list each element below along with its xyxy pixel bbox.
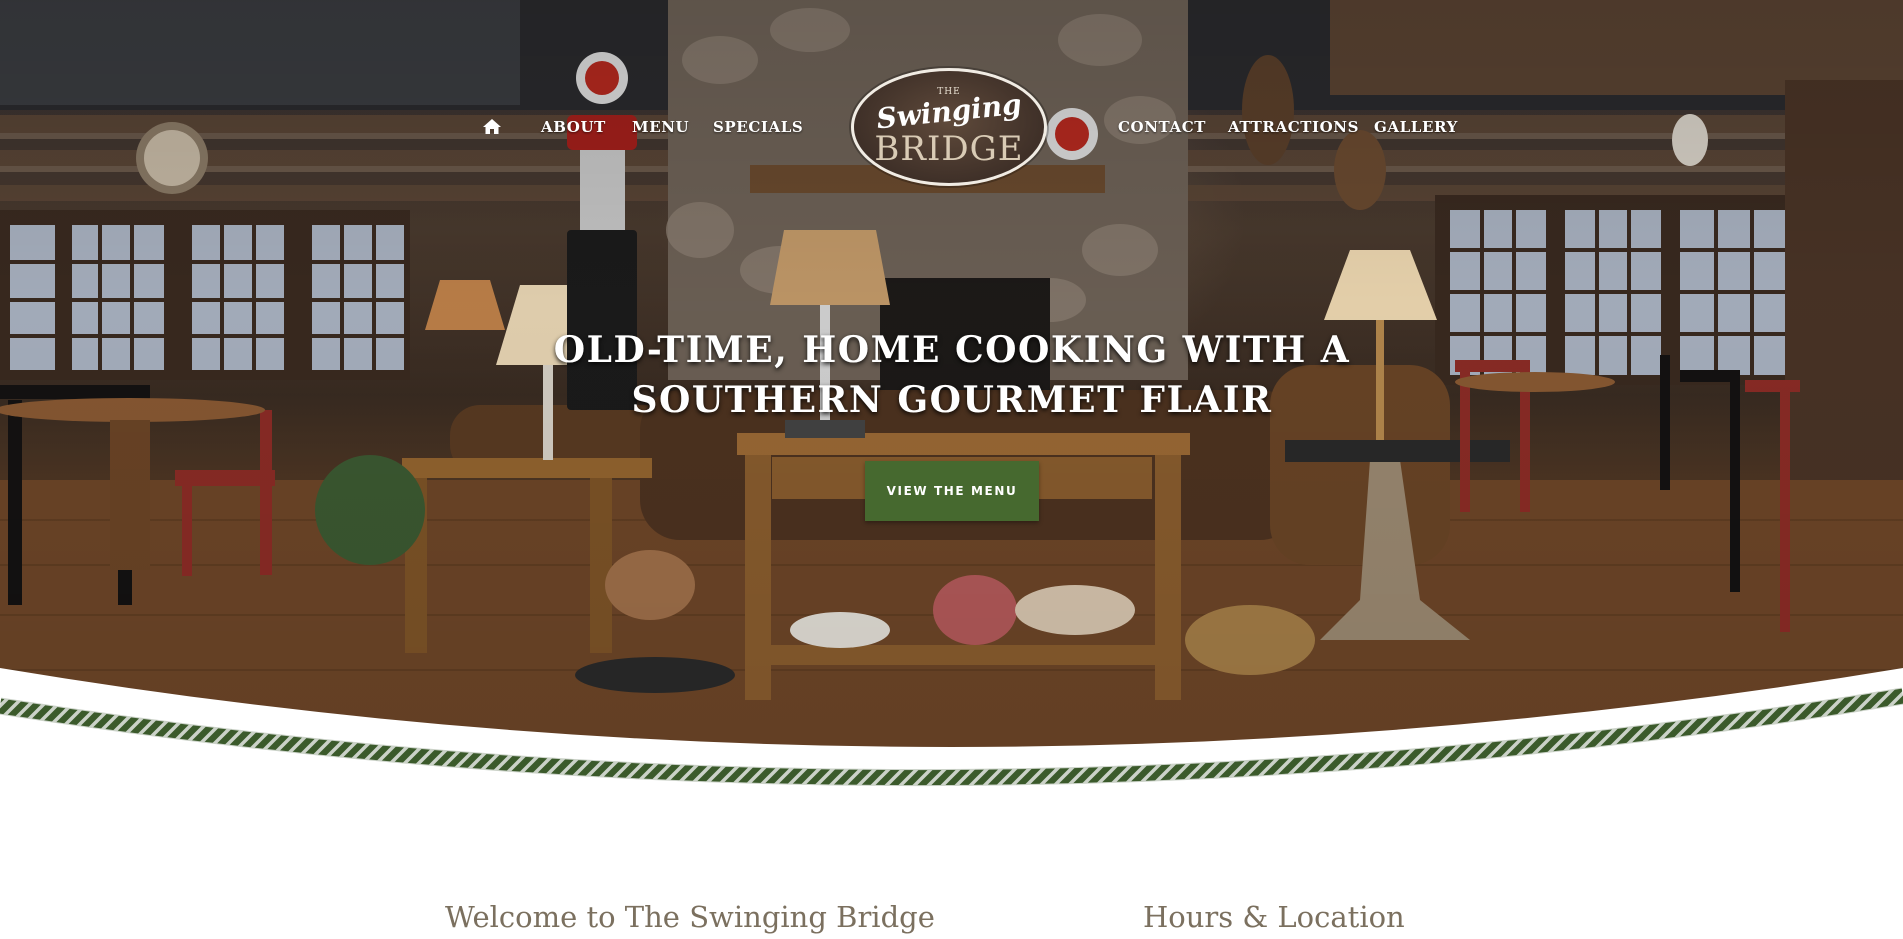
- nav-link-menu[interactable]: Menu: [632, 118, 689, 136]
- rope-divider: [0, 668, 1903, 790]
- nav-link-gallery[interactable]: Gallery: [1374, 118, 1458, 136]
- nav-link-about[interactable]: About: [541, 118, 606, 136]
- hero-headline-line1: OLD-TIME, HOME COOKING WITH A: [553, 329, 1351, 371]
- nav-link-specials[interactable]: Specials: [713, 118, 803, 136]
- site-logo[interactable]: THE Swinging BRIDGE: [851, 68, 1047, 186]
- logo-bridge: BRIDGE: [874, 129, 1024, 169]
- welcome-heading: Welcome to The Swinging Bridge: [445, 900, 935, 934]
- nav-link-contact[interactable]: Contact: [1118, 118, 1206, 136]
- hero-headline-line2: SOUTHERN GOURMET FLAIR: [631, 379, 1273, 421]
- view-menu-button[interactable]: VIEW THE MENU: [865, 461, 1039, 521]
- nav-link-attractions[interactable]: Attractions: [1228, 118, 1359, 136]
- home-icon[interactable]: [482, 118, 502, 135]
- hours-heading: Hours & Location: [1143, 900, 1405, 934]
- hero-headline: OLD-TIME, HOME COOKING WITH A SOUTHERN G…: [452, 325, 1452, 425]
